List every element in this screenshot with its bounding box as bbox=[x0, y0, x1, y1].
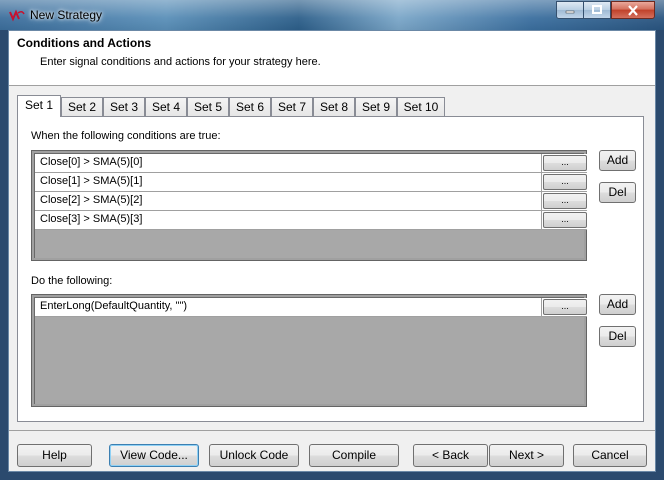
close-button[interactable] bbox=[611, 1, 655, 19]
cancel-button[interactable]: Cancel bbox=[573, 444, 647, 467]
conditions-grid[interactable]: Close[0] > SMA(5)[0] ... Close[1] > SMA(… bbox=[31, 150, 587, 261]
maximize-icon bbox=[584, 2, 610, 18]
help-button[interactable]: Help bbox=[17, 444, 92, 467]
conditions-label: When the following conditions are true: bbox=[31, 130, 221, 142]
condition-row[interactable]: Close[0] > SMA(5)[0] ... bbox=[35, 154, 587, 173]
condition-text: Close[3] > SMA(5)[3] bbox=[40, 213, 143, 225]
view-code-button[interactable]: View Code... bbox=[109, 444, 199, 467]
footer-divider bbox=[9, 430, 655, 431]
dialog-body: Conditions and Actions Enter signal cond… bbox=[8, 30, 656, 472]
tab-set-7[interactable]: Set 7 bbox=[271, 97, 313, 116]
actions-grid[interactable]: EnterLong(DefaultQuantity, "") ... bbox=[31, 294, 587, 407]
tab-set-3[interactable]: Set 3 bbox=[103, 97, 145, 116]
add-action-button[interactable]: Add bbox=[599, 294, 636, 315]
edit-action-button[interactable]: ... bbox=[543, 299, 587, 315]
tab-set-9[interactable]: Set 9 bbox=[355, 97, 397, 116]
actions-label: Do the following: bbox=[31, 275, 113, 287]
tab-panel-set-1: When the following conditions are true: … bbox=[17, 116, 644, 422]
condition-text: Close[2] > SMA(5)[2] bbox=[40, 194, 143, 206]
maximize-button[interactable] bbox=[583, 1, 611, 19]
tab-set-4[interactable]: Set 4 bbox=[145, 97, 187, 116]
tab-set-6[interactable]: Set 6 bbox=[229, 97, 271, 116]
condition-text: Close[1] > SMA(5)[1] bbox=[40, 175, 143, 187]
action-row[interactable]: EnterLong(DefaultQuantity, "") ... bbox=[35, 298, 587, 317]
tab-set-5[interactable]: Set 5 bbox=[187, 97, 229, 116]
condition-row[interactable]: Close[3] > SMA(5)[3] ... bbox=[35, 211, 587, 230]
condition-text: Close[0] > SMA(5)[0] bbox=[40, 156, 143, 168]
tab-set-1[interactable]: Set 1 bbox=[17, 95, 61, 117]
unlock-code-button[interactable]: Unlock Code bbox=[209, 444, 299, 467]
page-title: Conditions and Actions bbox=[17, 36, 152, 50]
delete-action-button[interactable]: Del bbox=[599, 326, 636, 347]
action-text: EnterLong(DefaultQuantity, "") bbox=[40, 300, 188, 312]
back-button[interactable]: < Back bbox=[413, 444, 488, 467]
edit-condition-button[interactable]: ... bbox=[543, 212, 587, 228]
title-bar[interactable]: New Strategy bbox=[0, 0, 664, 30]
condition-row[interactable]: Close[1] > SMA(5)[1] ... bbox=[35, 173, 587, 192]
edit-condition-button[interactable]: ... bbox=[543, 193, 587, 209]
app-logo-icon bbox=[9, 9, 25, 22]
new-strategy-window: New Strategy Conditions and Actions Ente… bbox=[0, 0, 664, 480]
minimize-button[interactable] bbox=[556, 1, 584, 19]
edit-condition-button[interactable]: ... bbox=[543, 155, 587, 171]
wizard-header: Conditions and Actions Enter signal cond… bbox=[9, 31, 655, 86]
compile-button[interactable]: Compile bbox=[309, 444, 399, 467]
tab-set-10[interactable]: Set 10 bbox=[397, 97, 445, 116]
edit-condition-button[interactable]: ... bbox=[543, 174, 587, 190]
delete-condition-button[interactable]: Del bbox=[599, 182, 636, 203]
window-title: New Strategy bbox=[30, 8, 103, 22]
minimize-icon bbox=[557, 2, 583, 18]
tab-set-2[interactable]: Set 2 bbox=[61, 97, 103, 116]
page-subtitle: Enter signal conditions and actions for … bbox=[40, 56, 321, 68]
next-button[interactable]: Next > bbox=[489, 444, 564, 467]
close-icon bbox=[612, 2, 654, 18]
tab-set-8[interactable]: Set 8 bbox=[313, 97, 355, 116]
condition-row[interactable]: Close[2] > SMA(5)[2] ... bbox=[35, 192, 587, 211]
add-condition-button[interactable]: Add bbox=[599, 150, 636, 171]
